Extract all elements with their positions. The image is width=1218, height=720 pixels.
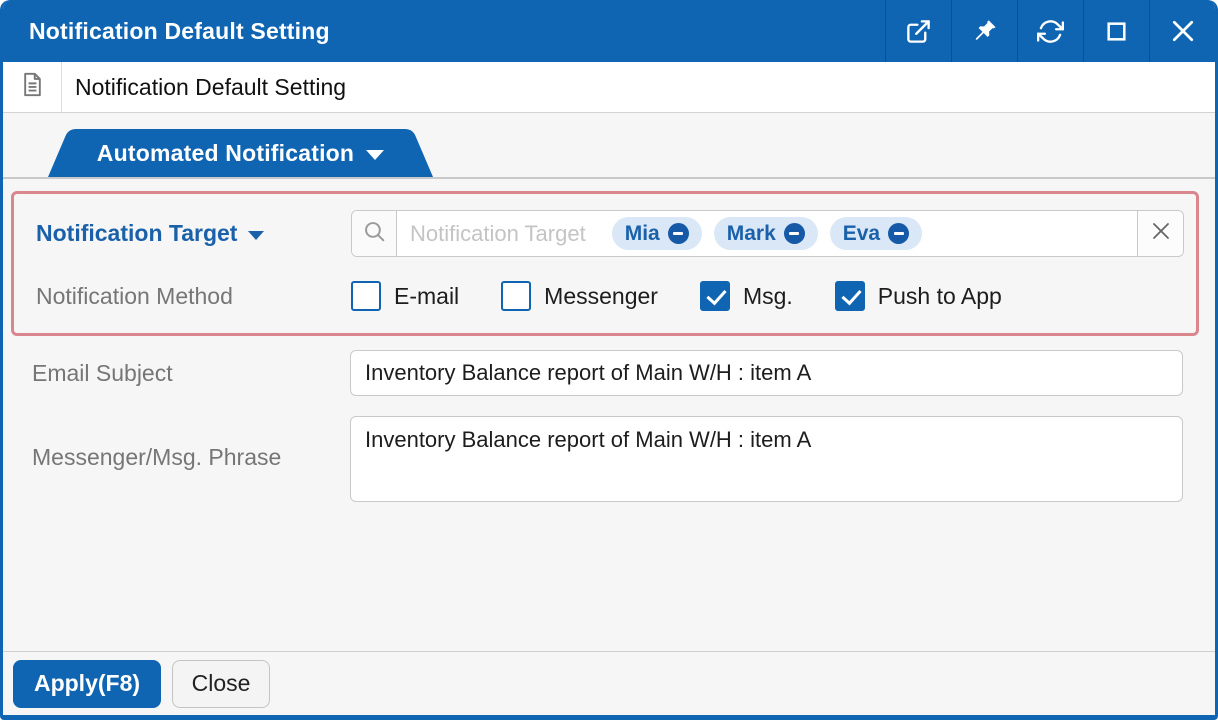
pin-icon	[972, 18, 998, 44]
remove-chip-icon[interactable]	[888, 223, 909, 244]
search-icon	[362, 219, 387, 249]
checkbox-group-msg[interactable]: Msg.	[700, 281, 793, 311]
notification-target-input[interactable]: Notification Target Mia Mark Eva	[351, 210, 1184, 257]
chevron-down-icon	[366, 150, 384, 160]
maximize-icon	[1104, 19, 1129, 44]
chip-label: Eva	[843, 222, 880, 246]
page-header: Notification Default Setting	[3, 62, 1215, 113]
remove-chip-icon[interactable]	[784, 223, 805, 244]
content-spacer	[3, 502, 1215, 651]
notification-target-placeholder: Notification Target	[410, 221, 586, 247]
chip-mia: Mia	[612, 217, 702, 250]
clear-icon	[1149, 219, 1173, 248]
close-button[interactable]: Close	[172, 660, 270, 708]
document-icon-cell[interactable]	[3, 62, 62, 112]
tab-automated-notification[interactable]: Automated Notification	[48, 129, 433, 177]
open-in-new-window-button[interactable]	[885, 0, 951, 62]
messenger-phrase-textarea[interactable]	[350, 416, 1183, 502]
dialog-window: Notification Default Setting	[0, 0, 1218, 720]
checkbox-group-email[interactable]: E-mail	[351, 281, 459, 311]
messenger-phrase-row: Messenger/Msg. Phrase	[32, 416, 1183, 502]
notification-target-row: Notification Target Notification Target	[36, 210, 1184, 257]
checkbox-group-push-to-app[interactable]: Push to App	[835, 281, 1002, 311]
messenger-phrase-label: Messenger/Msg. Phrase	[32, 444, 350, 471]
close-window-button[interactable]	[1149, 0, 1215, 62]
messenger-checkbox[interactable]	[501, 281, 531, 311]
checkbox-label: Messenger	[544, 283, 658, 310]
notification-target-field[interactable]: Notification Target Mia Mark Eva	[397, 211, 1137, 256]
notification-method-label: Notification Method	[36, 283, 351, 310]
checkbox-label: Msg.	[743, 283, 793, 310]
tab-label: Automated Notification	[97, 140, 354, 167]
msg-checkbox[interactable]	[700, 281, 730, 311]
push-to-app-checkbox[interactable]	[835, 281, 865, 311]
footer-bar: Apply(F8) Close	[3, 651, 1215, 715]
page-title: Notification Default Setting	[75, 62, 346, 112]
tab-strip: Automated Notification	[3, 113, 1215, 179]
email-subject-input[interactable]	[350, 350, 1183, 396]
checkbox-label: Push to App	[878, 283, 1002, 310]
notification-method-options: E-mail Messenger Msg. Push to App	[351, 281, 1184, 311]
chip-label: Mia	[625, 222, 660, 246]
clear-target-button[interactable]	[1137, 211, 1183, 256]
checkbox-group-messenger[interactable]: Messenger	[501, 281, 658, 311]
remove-chip-icon[interactable]	[668, 223, 689, 244]
email-subject-label: Email Subject	[32, 360, 350, 387]
open-in-new-window-icon	[905, 18, 932, 45]
notification-target-label-group[interactable]: Notification Target	[36, 220, 351, 247]
close-icon	[1169, 17, 1197, 45]
chip-mark: Mark	[714, 217, 818, 250]
maximize-button[interactable]	[1083, 0, 1149, 62]
search-button[interactable]	[352, 211, 397, 256]
window-title: Notification Default Setting	[29, 18, 330, 45]
notification-settings-highlight: Notification Target Notification Target	[11, 191, 1199, 336]
checkbox-label: E-mail	[394, 283, 459, 310]
notification-method-row: Notification Method E-mail Messenger Msg…	[36, 281, 1184, 311]
title-bar: Notification Default Setting	[3, 0, 1215, 62]
refresh-button[interactable]	[1017, 0, 1083, 62]
chip-label: Mark	[727, 222, 776, 246]
refresh-icon	[1037, 18, 1064, 45]
document-icon	[19, 71, 46, 103]
email-checkbox[interactable]	[351, 281, 381, 311]
email-subject-row: Email Subject	[32, 350, 1183, 396]
apply-button[interactable]: Apply(F8)	[13, 660, 161, 708]
notification-target-label: Notification Target	[36, 220, 237, 247]
chevron-down-icon	[248, 231, 264, 240]
chip-eva: Eva	[830, 217, 922, 250]
pin-button[interactable]	[951, 0, 1017, 62]
